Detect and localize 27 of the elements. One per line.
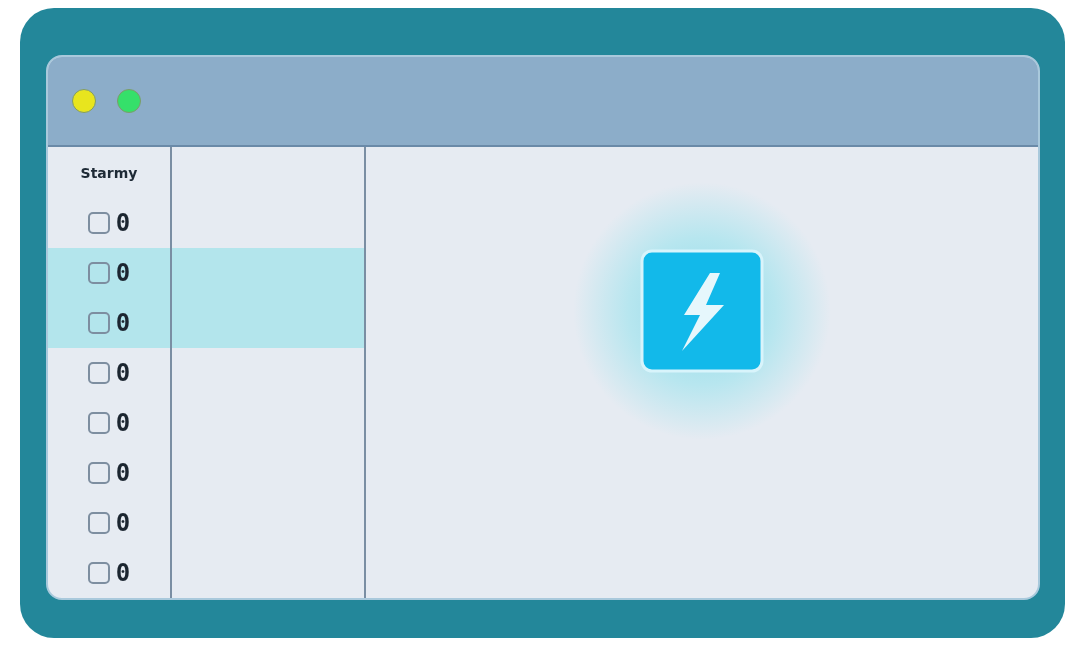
list-row[interactable]: 0 [48, 298, 364, 348]
checkbox[interactable] [87, 512, 110, 534]
checkbox[interactable] [87, 462, 110, 484]
list-row[interactable]: 0 [48, 498, 364, 548]
sidebar-title: Starmy [80, 164, 138, 181]
row-label: 0 [115, 561, 131, 585]
row-label: 0 [115, 511, 131, 535]
checkbox[interactable] [87, 212, 110, 234]
checkbox[interactable] [87, 412, 110, 434]
checkbox[interactable] [87, 262, 110, 284]
list-row[interactable]: 0 [48, 248, 364, 298]
row-label: 0 [115, 411, 131, 435]
checkbox[interactable] [87, 362, 110, 384]
row-label: 0 [115, 261, 131, 285]
row-label: 0 [115, 311, 131, 335]
row-label: 0 [115, 361, 131, 385]
list-row[interactable]: 0 [48, 448, 364, 498]
checkbox[interactable] [87, 312, 110, 334]
row-label: 0 [115, 461, 131, 485]
window-control-button[interactable] [117, 89, 141, 113]
checkbox[interactable] [87, 562, 110, 584]
lightning-icon [640, 249, 764, 373]
list-row[interactable]: 0 [48, 548, 364, 598]
window-control-button[interactable] [72, 89, 96, 113]
list-row[interactable]: 0 [48, 398, 364, 448]
row-label: 0 [115, 211, 131, 235]
list-row[interactable]: 0 [48, 348, 364, 398]
